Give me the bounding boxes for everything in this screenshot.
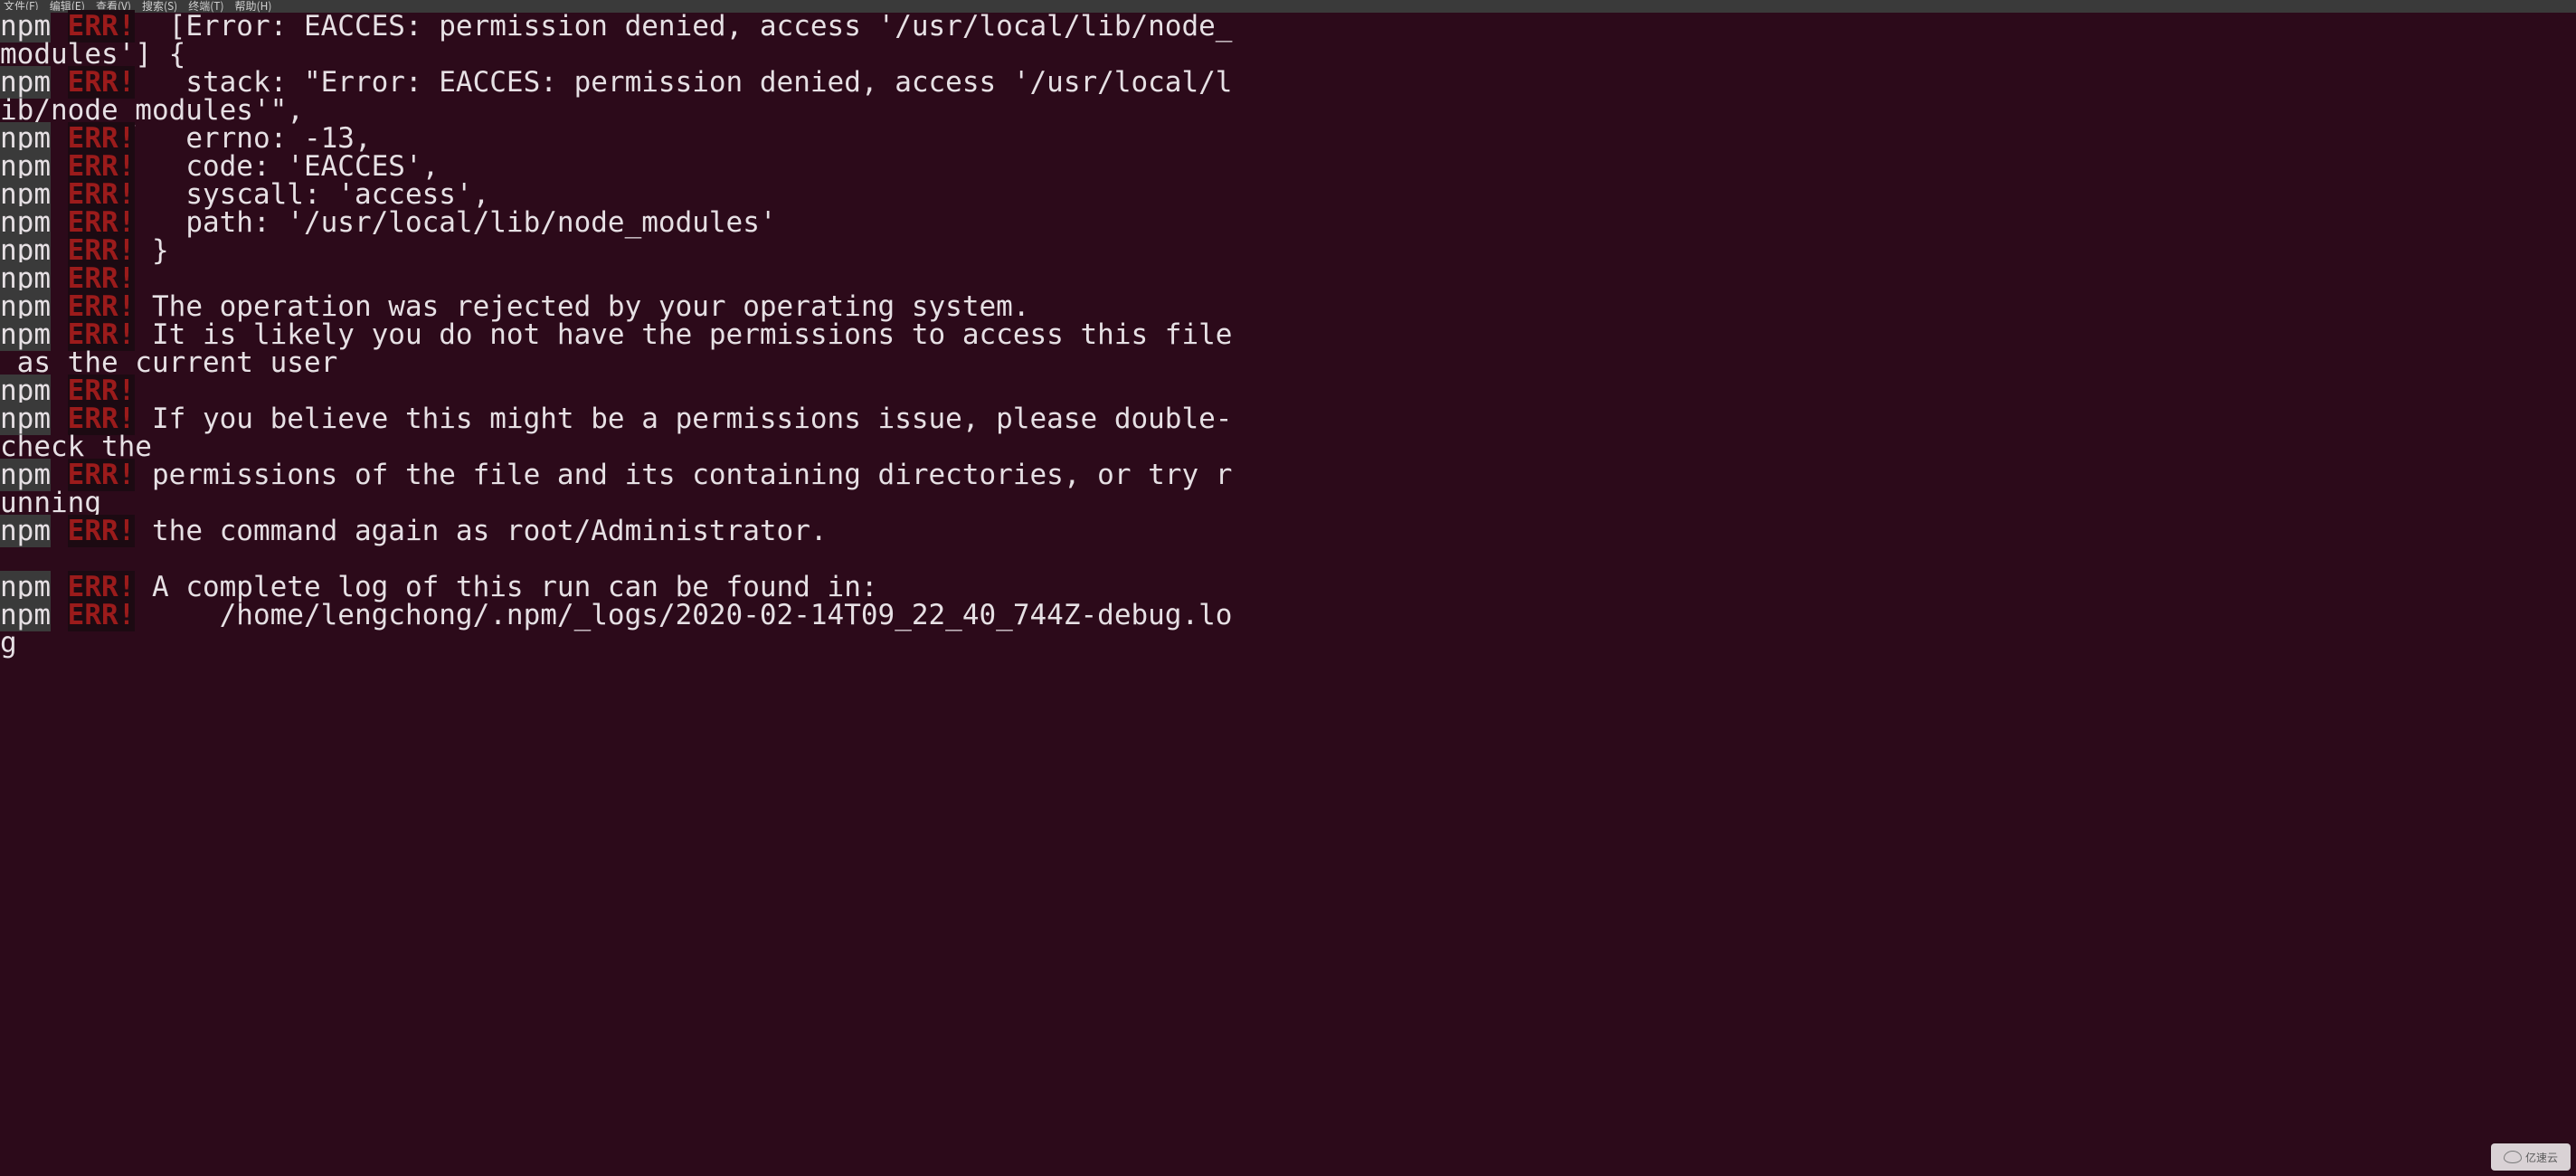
- terminal-line: npm ERR!: [0, 377, 2576, 405]
- terminal-line: npm ERR! If you believe this might be a …: [0, 405, 2576, 433]
- terminal-line: ib/node_modules'",: [0, 97, 2576, 125]
- terminal-text: path: '/usr/local/lib/node_modules': [135, 206, 776, 239]
- watermark: 亿速云: [2491, 1143, 2571, 1171]
- terminal-blank-line: [0, 545, 2576, 574]
- terminal-line: npm ERR! code: 'EACCES',: [0, 153, 2576, 181]
- terminal-text: permissions of the file and its containi…: [135, 459, 1232, 491]
- terminal-line: g: [0, 630, 2576, 658]
- terminal-line: npm ERR! It is likely you do not have th…: [0, 321, 2576, 349]
- terminal-line: npm ERR! errno: -13,: [0, 125, 2576, 153]
- terminal-text: If you believe this might be a permissio…: [135, 403, 1232, 435]
- terminal-line: npm ERR! permissions of the file and its…: [0, 461, 2576, 489]
- terminal-line: unning: [0, 489, 2576, 517]
- terminal-line: modules'] {: [0, 41, 2576, 69]
- npm-prefix: npm: [0, 515, 51, 547]
- terminal-line: npm ERR! A complete log of this run can …: [0, 574, 2576, 602]
- terminal-line: npm ERR!: [0, 265, 2576, 293]
- terminal-line: check the: [0, 433, 2576, 461]
- terminal-line: npm ERR! /home/lengchong/.npm/_logs/2020…: [0, 602, 2576, 630]
- terminal-text: the command again as root/Administrator.: [135, 515, 827, 547]
- terminal-text: /home/lengchong/.npm/_logs/2020-02-14T09…: [135, 599, 1232, 631]
- terminal-output[interactable]: npm ERR! [Error: EACCES: permission deni…: [0, 13, 2576, 658]
- terminal-line: npm ERR! path: '/usr/local/lib/node_modu…: [0, 209, 2576, 237]
- watermark-text: 亿速云: [2525, 1150, 2558, 1165]
- err-tag: ERR!: [68, 515, 136, 547]
- terminal-line: npm ERR! The operation was rejected by y…: [0, 293, 2576, 321]
- terminal-line: npm ERR! }: [0, 237, 2576, 265]
- terminal-text: g: [0, 627, 17, 659]
- terminal-line: npm ERR! [Error: EACCES: permission deni…: [0, 13, 2576, 41]
- terminal-text: [Error: EACCES: permission denied, acces…: [135, 10, 1232, 43]
- terminal-line: npm ERR! the command again as root/Admin…: [0, 517, 2576, 545]
- err-tag: ERR!: [68, 599, 136, 631]
- terminal-line: npm ERR! syscall: 'access',: [0, 181, 2576, 209]
- cloud-icon: [2504, 1151, 2522, 1163]
- terminal-line: as the current user: [0, 349, 2576, 377]
- terminal-line: npm ERR! stack: "Error: EACCES: permissi…: [0, 69, 2576, 97]
